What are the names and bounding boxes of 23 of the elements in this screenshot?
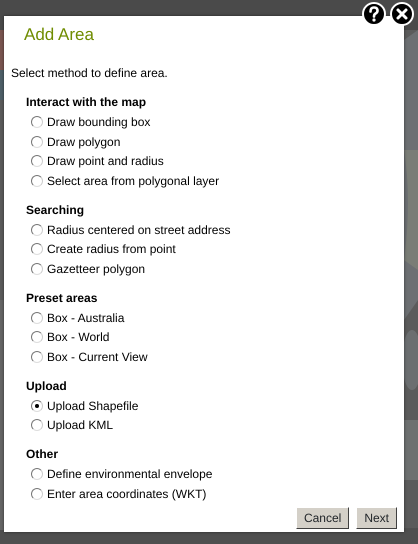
- option-label[interactable]: Box - World: [47, 329, 110, 346]
- option-label[interactable]: Box - Current View: [47, 349, 148, 366]
- option-label[interactable]: Gazetteer polygon: [47, 260, 146, 277]
- option-label[interactable]: Draw bounding box: [47, 114, 150, 130]
- option-label[interactable]: Enter area coordinates (WKT): [47, 486, 206, 502]
- section-heading: Searching: [26, 202, 84, 219]
- option-label[interactable]: Draw polygon: [47, 134, 120, 150]
- section-heading: Other: [26, 446, 58, 464]
- option-label[interactable]: Upload KML: [47, 417, 114, 434]
- section-heading: Preset areas: [26, 290, 98, 307]
- option-label[interactable]: Select area from polygonal layer: [47, 172, 220, 189]
- option-label[interactable]: Draw point and radius: [47, 153, 164, 170]
- instruction-text: Select method to define area.: [11, 65, 168, 81]
- section-heading: Upload: [26, 378, 67, 395]
- option-label[interactable]: Define environmental envelope: [47, 466, 212, 482]
- next-button[interactable]: Next: [356, 507, 397, 529]
- section-heading: Interact with the map: [26, 94, 146, 111]
- option-label[interactable]: Radius centered on street address: [47, 222, 230, 238]
- cancel-button[interactable]: Cancel: [296, 507, 350, 529]
- option-label[interactable]: Box - Australia: [47, 310, 124, 326]
- option-label[interactable]: Upload Shapefile: [47, 398, 138, 414]
- dialog-title: Add Area: [24, 24, 94, 46]
- option-label[interactable]: Create radius from point: [47, 241, 176, 258]
